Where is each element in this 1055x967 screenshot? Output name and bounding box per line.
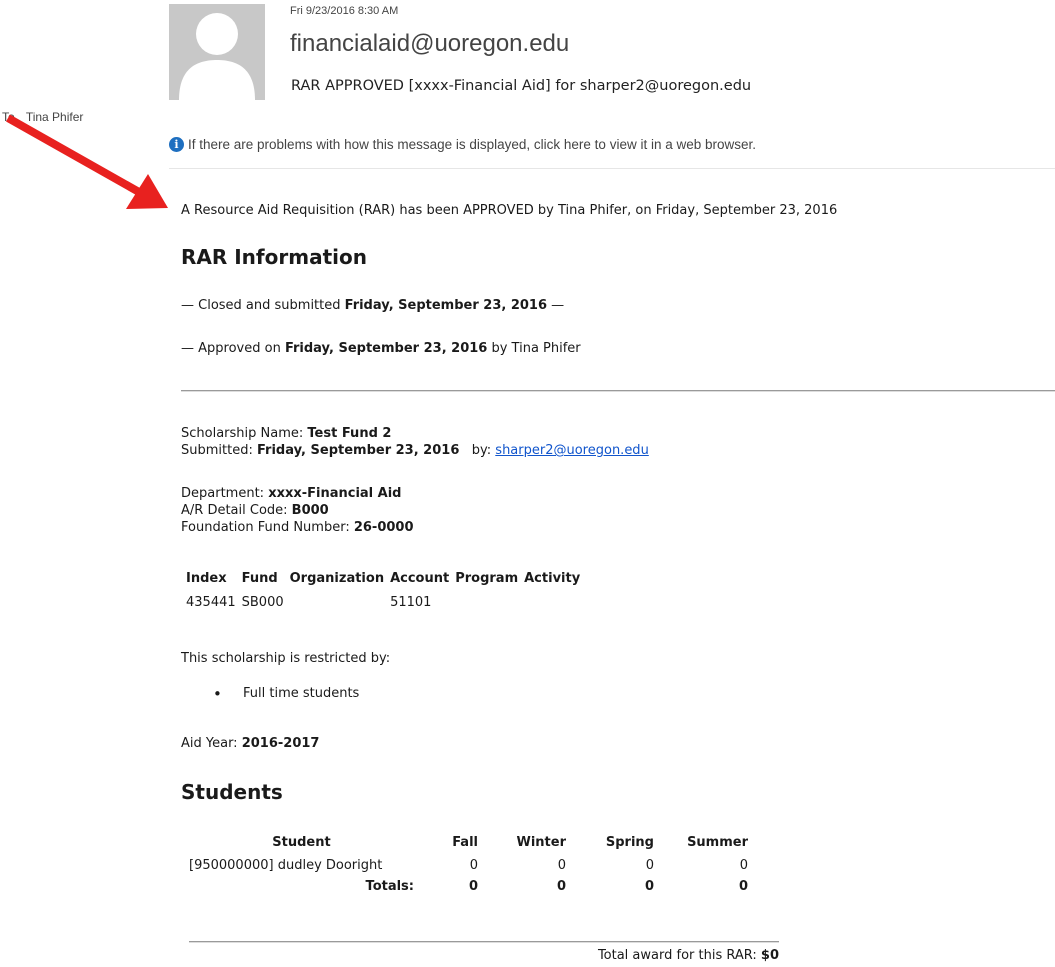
total-spring: 0 xyxy=(644,879,654,894)
annotation-arrow xyxy=(6,114,168,209)
student-winter: 0 xyxy=(557,858,566,873)
total-award-line: Total award for this RAR: $0 xyxy=(598,948,779,963)
scholarship-value: Test Fund 2 xyxy=(307,426,392,441)
fund-table-header-row: Index Fund Organization Account Program … xyxy=(183,569,583,593)
table-row: 435441 SB000 51101 xyxy=(183,593,583,612)
student-summer: 0 xyxy=(739,858,748,873)
students-col-fall: Fall xyxy=(452,835,478,850)
approved-suffix: by Tina Phifer xyxy=(487,341,581,356)
sender-address[interactable]: financialaid@uoregon.edu xyxy=(290,30,569,58)
fund-col-activity: Activity xyxy=(524,571,581,586)
students-table: Student Fall Winter Spring Summer [95000… xyxy=(185,832,752,898)
total-summer: 0 xyxy=(738,879,748,894)
ar-detail-value: B000 xyxy=(291,503,329,518)
fund-cell-account: 51101 xyxy=(390,595,432,610)
ar-detail-label: A/R Detail Code: xyxy=(181,503,292,518)
department-label: Department: xyxy=(181,486,269,501)
aid-year-line: Aid Year: 2016-2017 xyxy=(181,736,319,751)
list-item: Full time students xyxy=(213,685,359,703)
totals-row: Totals: 0 0 0 0 xyxy=(185,877,752,898)
fund-cell-program xyxy=(452,593,521,612)
restriction-intro: This scholarship is restricted by: xyxy=(181,651,391,666)
students-col-summer: Summer xyxy=(687,835,748,850)
foundation-fund-line: Foundation Fund Number: 26-0000 xyxy=(181,520,414,535)
display-problem-text[interactable]: If there are problems with how this mess… xyxy=(188,137,756,152)
student-name: [950000000] dudley Dooright xyxy=(189,858,383,873)
submitted-by-label: by: xyxy=(459,443,496,458)
department-value: xxxx-Financial Aid xyxy=(268,486,402,501)
section-divider xyxy=(181,390,1055,392)
closed-submitted-line: — Closed and submitted Friday, September… xyxy=(181,298,564,313)
avatar xyxy=(169,4,265,100)
total-fall: 0 xyxy=(468,879,478,894)
totals-divider xyxy=(189,941,779,943)
students-heading: Students xyxy=(181,780,283,804)
person-placeholder-icon xyxy=(169,4,265,100)
students-table-header-row: Student Fall Winter Spring Summer xyxy=(185,832,752,856)
fund-col-organization: Organization xyxy=(289,571,385,586)
fund-cell-activity xyxy=(521,593,583,612)
fund-cell-index: 435441 xyxy=(186,595,236,610)
aid-year-value: 2016-2017 xyxy=(241,736,320,751)
fund-col-account: Account xyxy=(390,571,450,586)
fund-col-program: Program xyxy=(455,571,519,586)
submitted-label: Submitted: xyxy=(181,443,257,458)
student-fall: 0 xyxy=(469,858,478,873)
approved-prefix: — Approved on xyxy=(181,341,285,356)
closed-suffix: — xyxy=(547,298,565,313)
foundation-fund-label: Foundation Fund Number: xyxy=(181,520,354,535)
fund-table: Index Fund Organization Account Program … xyxy=(183,569,583,612)
student-spring: 0 xyxy=(645,858,654,873)
submitter-email-link[interactable]: sharper2@uoregon.edu xyxy=(495,443,649,458)
scholarship-name-line: Scholarship Name: Test Fund 2 xyxy=(181,426,391,441)
approved-date: Friday, September 23, 2016 xyxy=(284,341,488,356)
display-problem-notice[interactable]: i If there are problems with how this me… xyxy=(169,137,756,152)
fund-cell-fund: SB000 xyxy=(241,595,284,610)
department-line: Department: xxxx-Financial Aid xyxy=(181,486,401,501)
closed-date: Friday, September 23, 2016 xyxy=(344,298,548,313)
table-row: [950000000] dudley Dooright 0 0 0 0 xyxy=(185,856,752,877)
aid-year-label: Aid Year: xyxy=(181,736,242,751)
students-col-winter: Winter xyxy=(516,835,567,850)
ar-detail-line: A/R Detail Code: B000 xyxy=(181,503,329,518)
totals-label: Totals: xyxy=(365,879,414,894)
submitted-line: Submitted: Friday, September 23, 2016 by… xyxy=(181,443,649,458)
foundation-fund-value: 26-0000 xyxy=(353,520,414,535)
rar-information-heading: RAR Information xyxy=(181,245,367,269)
approved-line: — Approved on Friday, September 23, 2016… xyxy=(181,341,581,356)
header-divider xyxy=(169,168,1055,169)
fund-col-index: Index xyxy=(186,571,227,586)
fund-cell-organization xyxy=(287,593,387,612)
email-subject: RAR APPROVED [xxxx-Financial Aid] for sh… xyxy=(291,78,752,94)
approval-intro: A Resource Aid Requisition (RAR) has bee… xyxy=(181,203,838,218)
total-award-value: $0 xyxy=(760,948,779,963)
fund-col-fund: Fund xyxy=(241,571,278,586)
sent-date: Fri 9/23/2016 8:30 AM xyxy=(290,5,399,17)
closed-prefix: — Closed and submitted xyxy=(181,298,345,313)
students-col-spring: Spring xyxy=(605,835,654,850)
total-winter: 0 xyxy=(556,879,566,894)
restriction-list: Full time students xyxy=(181,685,359,703)
submitted-value: Friday, September 23, 2016 xyxy=(256,443,460,458)
total-award-label: Total award for this RAR: xyxy=(597,948,761,963)
students-col-student: Student xyxy=(272,835,331,850)
scholarship-label: Scholarship Name: xyxy=(181,426,308,441)
